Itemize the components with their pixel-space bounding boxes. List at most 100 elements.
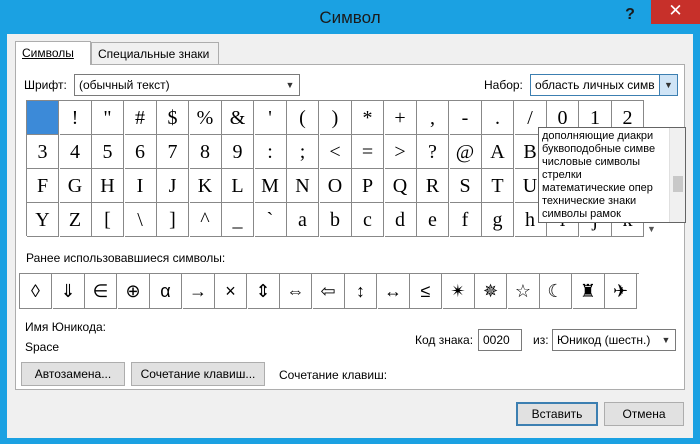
subset-option[interactable]: символы рамок xyxy=(542,208,670,220)
symbol-cell[interactable]: " xyxy=(92,101,124,135)
recent-symbol-cell[interactable]: ✴ xyxy=(442,274,475,309)
symbol-cell[interactable]: Y xyxy=(27,203,59,237)
help-button[interactable]: ? xyxy=(615,3,645,27)
recent-symbol-cell[interactable]: ✈ xyxy=(605,274,637,309)
recent-symbol-cell[interactable]: ⊕ xyxy=(117,274,150,309)
symbol-cell[interactable]: H xyxy=(92,169,124,203)
symbol-cell[interactable]: b xyxy=(319,203,352,237)
symbol-cell[interactable]: S xyxy=(449,169,482,203)
symbol-cell[interactable]: 4 xyxy=(59,135,92,169)
subset-option[interactable]: буквоподобные симве xyxy=(542,143,670,155)
symbol-cell[interactable]: . xyxy=(482,101,514,135)
symbol-cell[interactable]: ` xyxy=(254,203,287,237)
recent-symbol-cell[interactable]: ↔ xyxy=(377,274,410,309)
symbol-cell[interactable]: \ xyxy=(124,203,157,237)
symbol-cell[interactable]: Q xyxy=(384,169,417,203)
recent-symbol-cell[interactable]: ⇕ xyxy=(247,274,280,309)
subset-option[interactable]: технические знаки xyxy=(542,195,670,207)
recent-symbol-cell[interactable]: ☆ xyxy=(507,274,540,309)
symbol-cell[interactable]: ) xyxy=(319,101,352,135)
recent-symbols[interactable]: ◊ ⇓ ∈ ⊕ α → × ⇕ ⇔ ⇦ ↕ ↔ ≤ ✴ ✵ ☆ ☾ ♜ ✈ xyxy=(19,273,639,309)
close-button[interactable]: ✕ xyxy=(651,0,700,24)
symbol-cell[interactable]: ' xyxy=(254,101,287,135)
recent-symbol-cell[interactable]: ↕ xyxy=(345,274,377,309)
symbol-cell[interactable]: 5 xyxy=(92,135,124,169)
subset-option[interactable]: числовые символы xyxy=(542,156,670,168)
symbol-cell[interactable]: g xyxy=(482,203,514,237)
recent-symbol-cell[interactable]: ♜ xyxy=(572,274,605,309)
symbol-cell[interactable]: A xyxy=(482,135,514,169)
symbol-cell[interactable]: : xyxy=(254,135,287,169)
symbol-cell[interactable]: F xyxy=(27,169,59,203)
symbol-cell[interactable]: - xyxy=(449,101,482,135)
symbol-cell[interactable]: K xyxy=(189,169,222,203)
symbol-cell[interactable]: ? xyxy=(417,135,449,169)
font-select[interactable]: (обычный текст) ▼ xyxy=(74,74,300,96)
shortcut-key-button[interactable]: Сочетание клавиш... xyxy=(131,362,265,386)
recent-symbol-cell[interactable]: → xyxy=(182,274,215,309)
symbol-cell[interactable]: ( xyxy=(287,101,319,135)
symbol-cell[interactable]: G xyxy=(59,169,92,203)
autocorrect-button[interactable]: Автозамена... xyxy=(21,362,125,386)
recent-symbol-cell[interactable]: ◊ xyxy=(20,274,52,309)
symbol-cell[interactable]: = xyxy=(352,135,384,169)
dropdown-scroll-thumb[interactable] xyxy=(673,176,683,192)
symbol-cell[interactable]: e xyxy=(417,203,449,237)
symbol-cell[interactable]: Z xyxy=(59,203,92,237)
symbol-cell[interactable]: N xyxy=(287,169,319,203)
recent-symbol-cell[interactable]: α xyxy=(150,274,182,309)
recent-symbol-cell[interactable]: ⇓ xyxy=(52,274,85,309)
recent-symbol-cell[interactable]: ✵ xyxy=(475,274,507,309)
symbol-cell[interactable]: f xyxy=(449,203,482,237)
subset-option[interactable]: дополняющие диакри xyxy=(542,130,670,142)
subset-option[interactable]: математические опер xyxy=(542,182,670,194)
insert-button[interactable]: Вставить xyxy=(516,402,598,426)
recent-symbol-cell[interactable]: × xyxy=(215,274,247,309)
symbol-cell[interactable]: 9 xyxy=(222,135,254,169)
symbol-cell[interactable]: $ xyxy=(157,101,189,135)
symbol-cell[interactable]: a xyxy=(287,203,319,237)
symbol-cell[interactable]: I xyxy=(124,169,157,203)
symbol-cell[interactable]: ! xyxy=(59,101,92,135)
symbol-cell[interactable]: T xyxy=(482,169,514,203)
symbol-cell[interactable]: P xyxy=(352,169,384,203)
symbol-cell[interactable]: # xyxy=(124,101,157,135)
recent-symbol-cell[interactable]: ∈ xyxy=(85,274,117,309)
dropdown-scrollbar[interactable] xyxy=(669,128,685,222)
char-code-input[interactable]: 0020 xyxy=(478,329,522,351)
symbol-cell[interactable]: _ xyxy=(222,203,254,237)
subset-select[interactable]: область личных симв ▼ xyxy=(530,74,678,96)
symbol-cell[interactable]: > xyxy=(384,135,417,169)
symbol-cell[interactable]: 7 xyxy=(157,135,189,169)
symbol-cell[interactable]: % xyxy=(189,101,222,135)
symbol-cell[interactable]: O xyxy=(319,169,352,203)
recent-symbol-cell[interactable]: ☾ xyxy=(540,274,572,309)
tab-symbols[interactable]: Символы xyxy=(15,41,91,65)
from-select[interactable]: Юникод (шестн.) ▼ xyxy=(552,329,676,351)
recent-symbol-cell[interactable]: ≤ xyxy=(410,274,442,309)
symbol-cell[interactable]: * xyxy=(352,101,384,135)
symbol-cell[interactable]: < xyxy=(319,135,352,169)
symbol-cell[interactable]: [ xyxy=(92,203,124,237)
symbol-cell[interactable]: 3 xyxy=(27,135,59,169)
symbol-cell[interactable]: ; xyxy=(287,135,319,169)
symbol-cell[interactable]: & xyxy=(222,101,254,135)
subset-dropdown-list[interactable]: дополняющие диакри буквоподобные симве чис… xyxy=(538,127,686,223)
symbol-cell[interactable] xyxy=(27,101,59,135)
subset-option[interactable]: стрелки xyxy=(542,169,670,181)
symbol-cell[interactable]: 8 xyxy=(189,135,222,169)
tab-special-chars[interactable]: Специальные знаки xyxy=(91,42,219,64)
cancel-button[interactable]: Отмена xyxy=(604,402,684,426)
symbol-cell[interactable]: M xyxy=(254,169,287,203)
symbol-cell[interactable]: 6 xyxy=(124,135,157,169)
recent-symbol-cell[interactable]: ⇔ xyxy=(280,274,312,309)
symbol-cell[interactable]: J xyxy=(157,169,189,203)
symbol-cell[interactable]: , xyxy=(417,101,449,135)
symbol-cell[interactable]: ^ xyxy=(189,203,222,237)
symbol-cell[interactable]: L xyxy=(222,169,254,203)
symbol-cell[interactable]: c xyxy=(352,203,384,237)
symbol-cell[interactable]: @ xyxy=(449,135,482,169)
recent-symbol-cell[interactable]: ⇦ xyxy=(312,274,345,309)
symbol-cell[interactable]: ] xyxy=(157,203,189,237)
symbol-cell[interactable]: R xyxy=(417,169,449,203)
